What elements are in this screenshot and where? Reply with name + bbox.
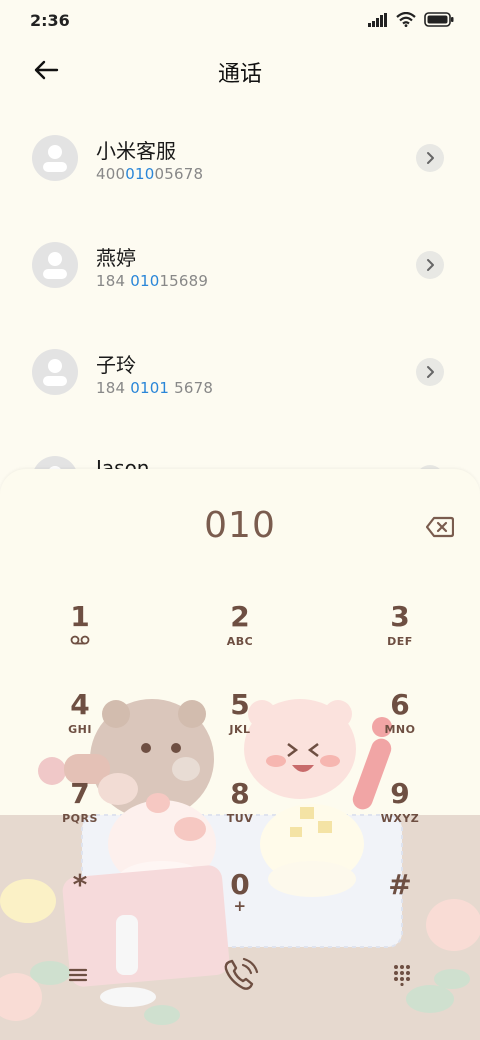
status-icons	[368, 12, 454, 27]
contact-number: 184 0101 5678	[96, 379, 214, 397]
key-letters: PQRS	[62, 812, 98, 825]
call-icon	[224, 957, 259, 990]
key-digit: 9	[390, 777, 410, 810]
key-letters: TUV	[226, 812, 254, 825]
dial-key-star[interactable]: *	[30, 869, 130, 941]
dialpad-toggle-button[interactable]	[380, 953, 424, 997]
dial-key-hash[interactable]: #	[350, 869, 450, 941]
contact-name: 燕婷	[96, 246, 136, 270]
key-letters: DEF	[387, 635, 413, 648]
key-digit: #	[388, 868, 412, 901]
menu-button[interactable]	[56, 953, 100, 997]
chevron-right-icon	[427, 366, 434, 378]
dial-key-0[interactable]: 0 +	[190, 869, 290, 941]
match-highlight: 010	[130, 272, 160, 290]
key-letters: MNO	[384, 723, 416, 736]
avatar	[32, 242, 78, 288]
dialpad-icon	[394, 965, 410, 986]
dialer-panel: 010 1 2 ABC 3 DEF 4 GHI 5 JKL 6 MNO 7 PQ…	[0, 469, 480, 1040]
contact-number: 184 01015689	[96, 272, 209, 290]
avatar	[32, 135, 78, 181]
contact-name: 子玲	[96, 353, 136, 377]
dial-key-2[interactable]: 2 ABC	[190, 601, 290, 673]
backspace-icon	[426, 516, 454, 538]
contact-name: 小米客服	[96, 139, 176, 163]
status-bar: 2:36	[0, 0, 480, 40]
chevron-right-icon	[427, 152, 434, 164]
key-digit: 3	[390, 600, 410, 633]
key-digit: *	[72, 868, 88, 901]
key-digit: 7	[70, 777, 90, 810]
chevron-right-icon	[427, 259, 434, 271]
key-digit: 6	[390, 688, 410, 721]
dial-key-3[interactable]: 3 DEF	[350, 601, 450, 673]
dial-key-1[interactable]: 1	[30, 601, 130, 673]
match-highlight: 0101	[130, 379, 170, 397]
key-digit: 1	[70, 600, 90, 633]
voicemail-icon	[70, 635, 90, 645]
dial-key-4[interactable]: 4 GHI	[30, 689, 130, 761]
contact-row[interactable]: 小米客服 40001005678	[0, 105, 480, 212]
match-highlight: 010	[125, 165, 155, 183]
menu-icon	[68, 968, 88, 982]
contact-detail-button[interactable]	[416, 144, 444, 172]
dial-key-8[interactable]: 8 TUV	[190, 778, 290, 850]
key-digit: 4	[70, 688, 90, 721]
key-digit: 2	[230, 600, 250, 633]
status-time: 2:36	[30, 11, 70, 30]
key-letters: GHI	[68, 723, 92, 736]
signal-icon	[368, 12, 387, 27]
avatar	[32, 349, 78, 395]
dial-key-5[interactable]: 5 JKL	[190, 689, 290, 761]
key-letters: JKL	[229, 723, 251, 736]
contact-row[interactable]: 子玲 184 0101 5678	[0, 319, 480, 426]
contact-detail-button[interactable]	[416, 358, 444, 386]
key-digit: 5	[230, 688, 250, 721]
dial-key-7[interactable]: 7 PQRS	[30, 778, 130, 850]
dialed-number-display: 010	[204, 505, 276, 546]
backspace-button[interactable]	[424, 513, 456, 541]
contact-detail-button[interactable]	[416, 251, 444, 279]
key-digit: 8	[230, 777, 250, 810]
wifi-icon	[396, 12, 416, 27]
battery-icon	[424, 12, 454, 27]
dial-key-9[interactable]: 9 WXYZ	[350, 778, 450, 850]
key-letters: ABC	[226, 635, 254, 648]
page-title: 通话	[217, 62, 262, 87]
contact-number: 40001005678	[96, 165, 204, 183]
call-button[interactable]	[218, 953, 262, 997]
dial-key-6[interactable]: 6 MNO	[350, 689, 450, 761]
contact-row[interactable]: 燕婷 184 01015689	[0, 212, 480, 319]
key-letters: +	[233, 897, 247, 915]
header: 通话	[0, 44, 480, 96]
key-letters: WXYZ	[380, 812, 420, 825]
